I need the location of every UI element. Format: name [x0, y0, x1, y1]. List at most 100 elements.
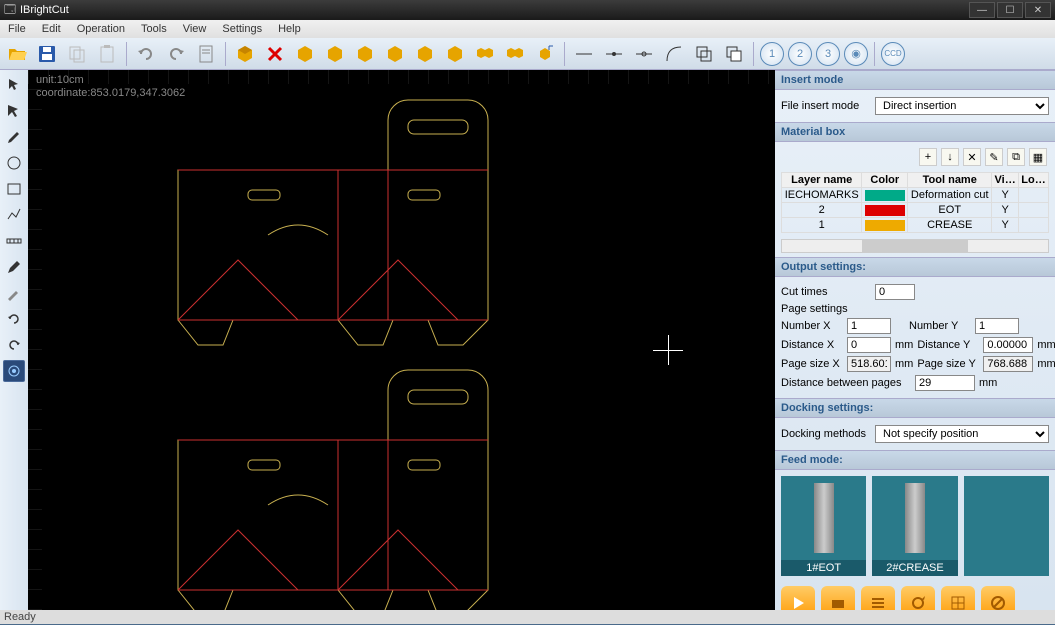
- combine-button[interactable]: [691, 41, 717, 67]
- layer-scrollbar[interactable]: [781, 239, 1049, 253]
- copy-button[interactable]: [64, 41, 90, 67]
- color-swatch: [865, 190, 905, 201]
- menu-file[interactable]: File: [4, 21, 30, 37]
- feed-card-eot[interactable]: 1#EOT: [781, 476, 866, 576]
- layer-more-button[interactable]: ▦: [1029, 148, 1047, 166]
- number-y-input[interactable]: [975, 318, 1019, 334]
- layer-table: Layer name Color Tool name Vi… Lo… IECHO…: [781, 172, 1049, 233]
- table-row[interactable]: 1 CREASE Y: [782, 218, 1049, 233]
- open-button[interactable]: [4, 41, 30, 67]
- circle-tool[interactable]: [3, 152, 25, 174]
- docking-settings-header: Docking settings:: [775, 398, 1055, 418]
- rotate-cw-tool[interactable]: [3, 334, 25, 356]
- cube-button-1[interactable]: [232, 41, 258, 67]
- redo-button[interactable]: [163, 41, 189, 67]
- docking-methods-select[interactable]: Not specify position: [875, 425, 1049, 443]
- measure-tool[interactable]: [3, 230, 25, 252]
- page-size-y-input[interactable]: [983, 356, 1033, 372]
- menu-view[interactable]: View: [179, 21, 211, 37]
- round-3-button[interactable]: 3: [816, 42, 840, 66]
- menu-tools[interactable]: Tools: [137, 21, 171, 37]
- drawing: [88, 90, 548, 610]
- table-row[interactable]: IECHOMARKS Deformation cut Y: [782, 188, 1049, 203]
- cut-times-input[interactable]: [875, 284, 915, 300]
- arc-button[interactable]: [661, 41, 687, 67]
- layer-down-button[interactable]: ↓: [941, 148, 959, 166]
- eot-tool-icon: [814, 483, 834, 553]
- menu-settings[interactable]: Settings: [218, 21, 266, 37]
- layer-add-button[interactable]: +: [919, 148, 937, 166]
- play-button[interactable]: [781, 586, 815, 610]
- distance-y-input[interactable]: [983, 337, 1033, 353]
- file-insert-mode-select[interactable]: Direct insertion: [875, 97, 1049, 115]
- save-button[interactable]: [34, 41, 60, 67]
- cube-button-7[interactable]: [442, 41, 468, 67]
- menu-help[interactable]: Help: [274, 21, 305, 37]
- cube-button-6[interactable]: [412, 41, 438, 67]
- feed-card-crease[interactable]: 2#CREASE: [872, 476, 957, 576]
- cube-button-2[interactable]: [292, 41, 318, 67]
- ccd-button[interactable]: CCD: [881, 42, 905, 66]
- view-tool[interactable]: [3, 360, 25, 382]
- distance-x-input[interactable]: [847, 337, 891, 353]
- select-tool[interactable]: [3, 100, 25, 122]
- close-button[interactable]: ✕: [1025, 2, 1051, 18]
- subtract-button[interactable]: [721, 41, 747, 67]
- titlebar: 🗔 IBrightCut — ☐ ✕: [0, 0, 1055, 20]
- app-title: IBrightCut: [16, 4, 969, 16]
- color-swatch: [865, 205, 905, 216]
- knife-tool[interactable]: [3, 282, 25, 304]
- layer-copy-button[interactable]: ⧉: [1007, 148, 1025, 166]
- feed-mode-header: Feed mode:: [775, 450, 1055, 470]
- page-size-y-label: Page size Y: [917, 358, 979, 370]
- rotate-ccw-tool[interactable]: [3, 308, 25, 330]
- round-1-button[interactable]: 1: [760, 42, 784, 66]
- feed-action-4[interactable]: [901, 586, 935, 610]
- rect-tool[interactable]: [3, 178, 25, 200]
- distance-between-pages-input[interactable]: [915, 375, 975, 391]
- output-settings-header: Output settings:: [775, 257, 1055, 277]
- round-target-button[interactable]: ◉: [844, 42, 868, 66]
- layer-edit-button[interactable]: ✎: [985, 148, 1003, 166]
- paste-button[interactable]: [94, 41, 120, 67]
- number-x-input[interactable]: [847, 318, 891, 334]
- delete-button[interactable]: [262, 41, 288, 67]
- menu-operation[interactable]: Operation: [73, 21, 129, 37]
- cube-button-3[interactable]: [322, 41, 348, 67]
- table-row[interactable]: 2 EOT Y: [782, 203, 1049, 218]
- feed-action-5[interactable]: [941, 586, 975, 610]
- minimize-button[interactable]: —: [969, 2, 995, 18]
- cube-button-4[interactable]: [352, 41, 378, 67]
- distance-y-label: Distance Y: [917, 339, 979, 351]
- page-size-x-input[interactable]: [847, 356, 891, 372]
- menu-edit[interactable]: Edit: [38, 21, 65, 37]
- feed-action-2[interactable]: [821, 586, 855, 610]
- brush-tool[interactable]: [3, 256, 25, 278]
- round-2-button[interactable]: 2: [788, 42, 812, 66]
- cube-move-button[interactable]: [532, 41, 558, 67]
- pointer-tool[interactable]: [3, 74, 25, 96]
- ruler-vertical: [28, 70, 42, 610]
- document-button[interactable]: [193, 41, 219, 67]
- app-icon: 🗔: [4, 1, 16, 20]
- maximize-button[interactable]: ☐: [997, 2, 1023, 18]
- pen-tool[interactable]: [3, 126, 25, 148]
- canvas-area[interactable]: unit:10cm coordinate:853.0179,347.3062: [28, 70, 775, 610]
- page-size-x-label: Page size X: [781, 358, 843, 370]
- stop-button[interactable]: [981, 586, 1015, 610]
- material-box-header: Material box: [775, 122, 1055, 142]
- docking-methods-label: Docking methods: [781, 428, 871, 440]
- left-toolbar: [0, 70, 28, 610]
- line-style-1[interactable]: [571, 41, 597, 67]
- feed-action-3[interactable]: [861, 586, 895, 610]
- layer-delete-button[interactable]: ✕: [963, 148, 981, 166]
- menubar: File Edit Operation Tools View Settings …: [0, 20, 1055, 38]
- feed-card-empty[interactable]: [964, 476, 1049, 576]
- undo-button[interactable]: [133, 41, 159, 67]
- cube-button-5[interactable]: [382, 41, 408, 67]
- line-style-2[interactable]: [601, 41, 627, 67]
- line-style-3[interactable]: [631, 41, 657, 67]
- cube-pair-button-2[interactable]: [502, 41, 528, 67]
- cube-pair-button-1[interactable]: [472, 41, 498, 67]
- polyline-tool[interactable]: [3, 204, 25, 226]
